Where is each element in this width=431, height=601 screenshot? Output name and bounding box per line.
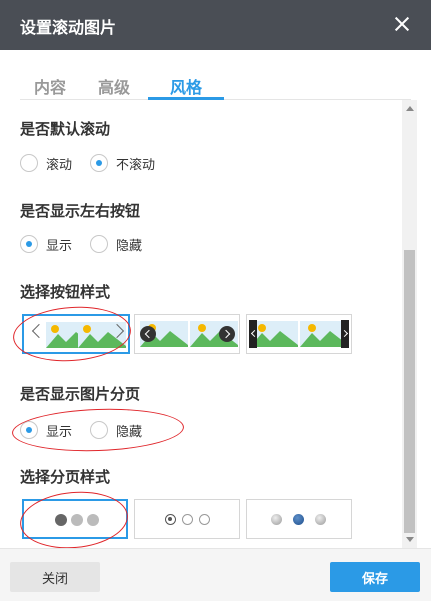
dot-icon [315,514,326,525]
save-button[interactable]: 保存 [330,562,420,592]
show-pagination-title: 是否显示图片分页 [20,385,141,403]
radio-label: 不滚动 [116,157,156,173]
button-style-option-square[interactable] [246,314,352,354]
tab-advanced[interactable]: 高级 [98,74,130,99]
radio-no-scroll[interactable]: 不滚动 [90,153,155,173]
scrollbar-thumb[interactable] [404,250,415,533]
radio-circle [90,421,108,439]
radio-circle-checked [20,235,38,253]
radio-circle-checked [90,154,108,172]
radio-hide-pagination[interactable]: 隐藏 [90,420,142,440]
radio-scroll[interactable]: 滚动 [20,153,72,173]
pagination-style-option-filled[interactable] [22,499,128,539]
pagination-style-option-hollow[interactable] [134,499,240,539]
close-icon[interactable] [389,12,415,38]
vertical-scrollbar[interactable] [402,100,417,548]
dot-icon [293,514,304,525]
button-style-title: 选择按钮样式 [20,283,111,301]
radio-label: 隐藏 [116,238,143,254]
radio-circle [20,154,38,172]
radio-circle [90,235,108,253]
radio-label: 显示 [46,424,73,440]
tab-style[interactable]: 风格 [148,74,224,100]
tab-content[interactable]: 内容 [34,74,66,99]
tab-bar: 内容 高级 风格 [20,50,411,100]
radio-label: 显示 [46,238,73,254]
pagination-style-option-shaded[interactable] [246,499,352,539]
square-left-arrow-icon [249,320,257,348]
dot-icon [199,514,210,525]
radio-circle-checked [20,421,38,439]
chevron-left-icon [31,323,47,339]
scroll-down-arrow-icon[interactable] [406,537,414,542]
button-style-option-round[interactable] [134,314,240,354]
dot-icon [165,514,176,525]
dot-icon [87,514,99,526]
auto-scroll-title: 是否默认滚动 [20,120,111,138]
dot-icon [182,514,193,525]
round-left-arrow-icon [140,326,156,342]
button-style-option-chevron[interactable] [22,314,130,354]
pagination-style-title: 选择分页样式 [20,468,111,486]
square-right-arrow-icon [341,320,349,348]
dot-icon [71,514,83,526]
dot-icon [271,514,282,525]
settings-dialog: 设置滚动图片 内容 高级 风格 是否默认滚动 滚动 不滚动 是否显示左右按钮 显… [0,0,431,601]
radio-label: 隐藏 [116,424,143,440]
close-button[interactable]: 关闭 [10,562,100,592]
scroll-up-arrow-icon[interactable] [406,106,414,111]
dialog-title: 设置滚动图片 [20,18,117,37]
dot-icon [55,514,67,526]
radio-label: 滚动 [46,157,73,173]
radio-show-pagination[interactable]: 显示 [20,420,72,440]
dialog-footer: 关闭 保存 [0,548,431,601]
round-right-arrow-icon [219,326,235,342]
dialog-titlebar: 设置滚动图片 [0,0,431,50]
radio-show-arrows[interactable]: 显示 [20,234,72,254]
show-arrows-title: 是否显示左右按钮 [20,202,141,220]
style-panel: 是否默认滚动 滚动 不滚动 是否显示左右按钮 显示 隐藏 选择按钮样式 是否显示… [0,100,431,548]
radio-hide-arrows[interactable]: 隐藏 [90,234,142,254]
